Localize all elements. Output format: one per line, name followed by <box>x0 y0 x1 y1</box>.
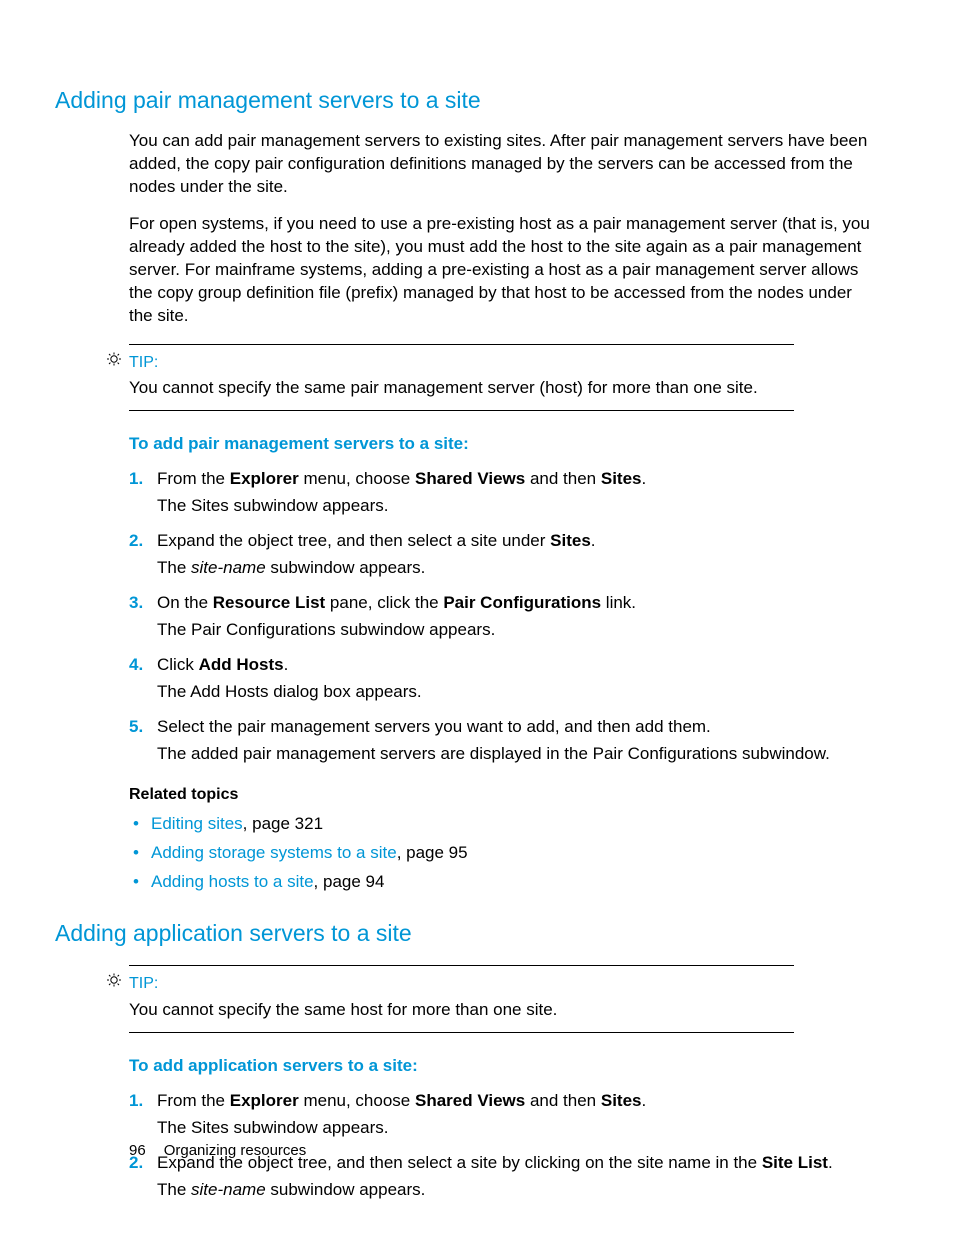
paragraph: You can add pair management servers to e… <box>129 130 880 199</box>
tip-body: You cannot specify the same host for mor… <box>129 999 794 1022</box>
step-number: 2. <box>129 530 143 553</box>
list-item: •Adding hosts to a site, page 94 <box>129 871 880 894</box>
step-result: The added pair management servers are di… <box>157 743 880 766</box>
link[interactable]: Adding hosts to a site <box>151 872 314 891</box>
step-number: 1. <box>129 1090 143 1113</box>
tip-block: TIP: You cannot specify the same pair ma… <box>129 344 794 412</box>
page-footer: 96 Organizing resources <box>129 1141 306 1161</box>
list-item: 1. From the Explorer menu, choose Shared… <box>129 468 880 518</box>
bullet-icon: • <box>133 813 139 836</box>
bullet-icon: • <box>133 871 139 894</box>
list-item: •Adding storage systems to a site, page … <box>129 842 880 865</box>
step-text: Expand the object tree, and then select … <box>157 530 880 553</box>
link[interactable]: Editing sites <box>151 814 243 833</box>
list-item: 2. Expand the object tree, and then sele… <box>129 530 880 580</box>
list-item: 1. From the Explorer menu, choose Shared… <box>129 1090 880 1140</box>
step-text: Click Add Hosts. <box>157 654 880 677</box>
step-result: The Sites subwindow appears. <box>157 1117 880 1140</box>
step-number: 1. <box>129 468 143 491</box>
lightbulb-icon <box>105 351 123 369</box>
list-item: •Editing sites, page 321 <box>129 813 880 836</box>
step-text: From the Explorer menu, choose Shared Vi… <box>157 468 880 491</box>
step-text: From the Explorer menu, choose Shared Vi… <box>157 1090 880 1113</box>
paragraph: For open systems, if you need to use a p… <box>129 213 880 328</box>
list-item: 4. Click Add Hosts. The Add Hosts dialog… <box>129 654 880 704</box>
section-heading: Adding application servers to a site <box>55 918 954 949</box>
link[interactable]: Adding storage systems to a site <box>151 843 397 862</box>
tip-body: You cannot specify the same pair managem… <box>129 377 794 400</box>
related-topics-list: •Editing sites, page 321 •Adding storage… <box>129 813 880 894</box>
step-result: The site-name subwindow appears. <box>157 557 880 580</box>
procedure-title: To add pair management servers to a site… <box>129 433 954 456</box>
chapter-title: Organizing resources <box>164 1142 307 1159</box>
bullet-icon: • <box>133 842 139 865</box>
page-number: 96 <box>129 1142 146 1159</box>
procedure-list: 1. From the Explorer menu, choose Shared… <box>129 468 880 765</box>
procedure-title: To add application servers to a site: <box>129 1055 954 1078</box>
tip-label: TIP: <box>129 975 158 992</box>
related-topics-heading: Related topics <box>129 784 954 806</box>
step-result: The site-name subwindow appears. <box>157 1179 880 1202</box>
step-number: 5. <box>129 716 143 739</box>
tip-block: TIP: You cannot specify the same host fo… <box>129 965 794 1033</box>
list-item: 5. Select the pair management servers yo… <box>129 716 880 766</box>
step-result: The Add Hosts dialog box appears. <box>157 681 880 704</box>
tip-label: TIP: <box>129 354 158 371</box>
lightbulb-icon <box>105 972 123 990</box>
step-result: The Pair Configurations subwindow appear… <box>157 619 880 642</box>
step-number: 3. <box>129 592 143 615</box>
step-result: The Sites subwindow appears. <box>157 495 880 518</box>
section-heading: Adding pair management servers to a site <box>55 85 954 116</box>
step-text: On the Resource List pane, click the Pai… <box>157 592 880 615</box>
list-item: 3. On the Resource List pane, click the … <box>129 592 880 642</box>
step-number: 4. <box>129 654 143 677</box>
step-text: Select the pair management servers you w… <box>157 716 880 739</box>
